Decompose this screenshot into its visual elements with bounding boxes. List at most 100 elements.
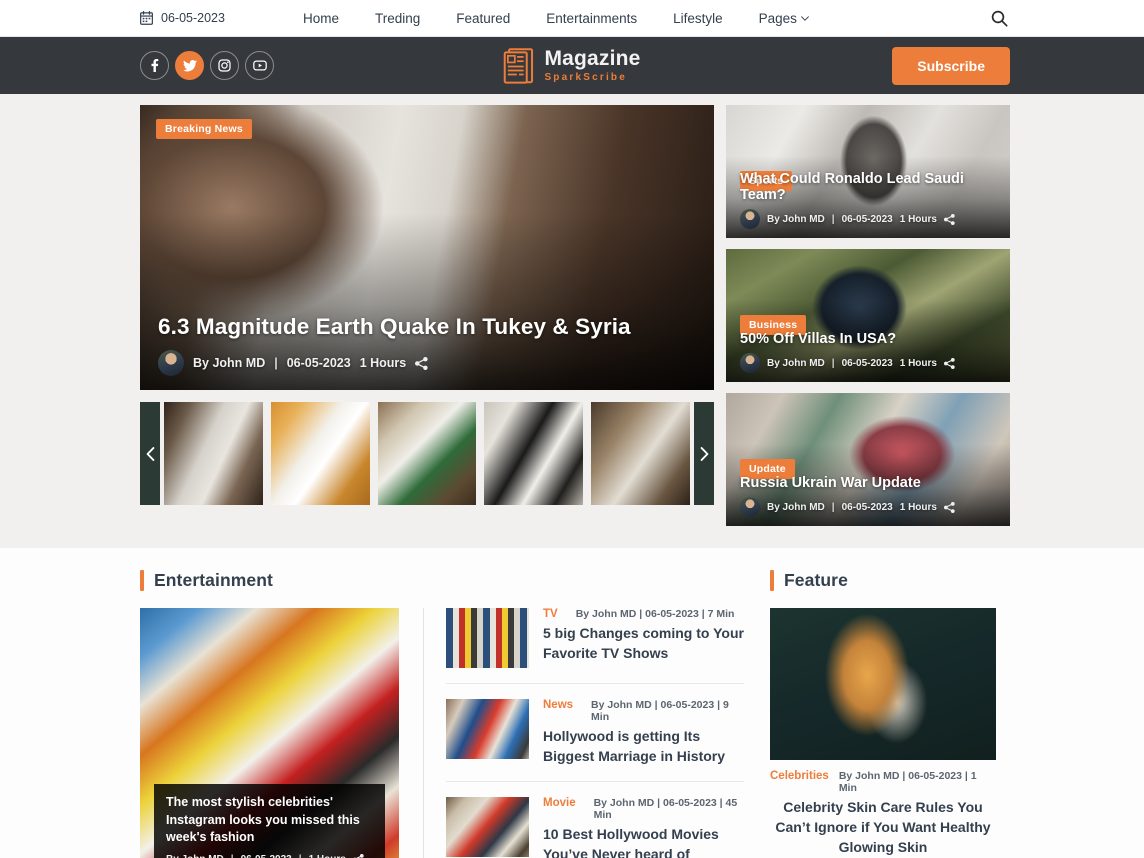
nav-item-featured[interactable]: Featured xyxy=(456,11,510,26)
main-nav: Home Treding Featured Entertainments Lif… xyxy=(303,11,988,26)
chevron-left-icon[interactable] xyxy=(140,402,160,505)
read-time: 1 Hours xyxy=(309,854,346,858)
instagram-icon[interactable] xyxy=(210,51,239,80)
side-article-meta: By John MD | 06-05-2023 1 Hours xyxy=(740,209,996,229)
author-name: By John MD xyxy=(166,854,224,858)
list-item-title: 5 big Changes coming to Your Favorite TV… xyxy=(543,625,744,661)
share-icon[interactable] xyxy=(415,356,428,370)
publish-date: 06-05-2023 xyxy=(841,213,893,225)
youtube-icon[interactable] xyxy=(245,51,274,80)
hero-side-article-1[interactable]: Sports What Could Ronaldo Lead Saudi Tea… xyxy=(726,105,1010,238)
feature-section-header: Feature xyxy=(770,570,996,591)
list-item[interactable]: News By John MD | 06-05-2023 | 9 Min Hol… xyxy=(446,699,744,783)
section-accent-bar xyxy=(770,570,774,591)
nav-item-lifestyle[interactable]: Lifestyle xyxy=(673,11,723,26)
newspaper-icon xyxy=(503,47,534,84)
list-item-thumbnail xyxy=(446,699,529,759)
feature-article[interactable]: Celebrities By John MD | 06-05-2023 | 1 … xyxy=(770,608,996,858)
carousel-thumb-2[interactable] xyxy=(270,402,370,505)
share-icon[interactable] xyxy=(943,357,955,369)
meta-separator: | xyxy=(299,854,302,858)
meta-separator: | xyxy=(831,213,835,225)
calendar-icon xyxy=(140,11,153,25)
share-icon[interactable] xyxy=(943,213,955,225)
nav-label: Entertainments xyxy=(546,10,638,26)
list-item[interactable]: TV By John MD | 06-05-2023 | 7 Min 5 big… xyxy=(446,608,744,684)
chevron-right-icon[interactable] xyxy=(694,402,714,505)
carousel-thumb-4[interactable] xyxy=(484,402,584,505)
author-name: By John MD xyxy=(767,501,825,513)
meta-separator: | xyxy=(831,357,835,369)
entertainment-section-header: Entertainment xyxy=(140,570,744,591)
current-date: 06-05-2023 xyxy=(140,11,225,25)
publish-date: 06-05-2023 xyxy=(286,356,351,370)
author-name: By John MD xyxy=(767,213,825,225)
hero-side-list: Sports What Could Ronaldo Lead Saudi Tea… xyxy=(726,105,1010,526)
list-item-byline: By John MD | 06-05-2023 | 45 Min xyxy=(593,797,738,822)
list-item-category[interactable]: News xyxy=(543,699,573,711)
read-time: 1 Hours xyxy=(359,356,407,370)
date-text: 06-05-2023 xyxy=(161,11,225,25)
entertainment-feature-title: The most stylish celebrities' Instagram … xyxy=(166,794,360,845)
facebook-icon[interactable] xyxy=(140,51,169,80)
hero-main-article[interactable]: Breaking News 6.3 Magnitude Earth Quake … xyxy=(140,105,714,390)
thumb-image xyxy=(164,402,263,505)
publish-date: 06-05-2023 xyxy=(841,501,893,513)
content-section: Entertainment The most stylish celebriti… xyxy=(0,548,1144,858)
hero-side-article-2[interactable]: Business 50% Off Villas In USA? By John … xyxy=(726,249,1010,382)
feature-article-category[interactable]: Celebrities xyxy=(770,770,829,782)
section-title: Entertainment xyxy=(154,570,273,590)
side-article-title: 50% Off Villas In USA? xyxy=(740,331,897,347)
read-time: 1 Hours xyxy=(899,213,937,225)
list-item-category[interactable]: Movie xyxy=(543,797,576,809)
list-item-category[interactable]: TV xyxy=(543,608,558,620)
author-name: By John MD xyxy=(767,357,825,369)
social-links xyxy=(140,51,274,80)
subscribe-button[interactable]: Subscribe xyxy=(892,46,1010,85)
feature-article-title: Celebrity Skin Care Rules You Can’t Igno… xyxy=(775,799,991,855)
nav-item-entertainments[interactable]: Entertainments xyxy=(546,11,637,26)
hero-section: Breaking News 6.3 Magnitude Earth Quake … xyxy=(0,94,1144,548)
entertainment-feature-meta: By John MD | 06-05-2023 | 1 Hours xyxy=(166,854,373,858)
feature-column: Feature Celebrities By John MD | 06-05-2… xyxy=(770,570,996,858)
carousel-thumb-3[interactable] xyxy=(377,402,477,505)
nav-item-treding[interactable]: Treding xyxy=(375,11,420,26)
carousel-thumb-5[interactable] xyxy=(591,402,690,505)
read-time: 1 Hours xyxy=(899,357,937,369)
entertainment-article-list: TV By John MD | 06-05-2023 | 7 Min 5 big… xyxy=(446,608,744,858)
hero-side-article-3[interactable]: Update Russia Ukrain War Update By John … xyxy=(726,393,1010,526)
avatar xyxy=(740,497,760,517)
share-icon[interactable] xyxy=(353,854,364,858)
search-icon[interactable] xyxy=(988,7,1010,29)
share-icon[interactable] xyxy=(943,501,955,513)
meta-separator: | xyxy=(274,356,278,370)
list-item-byline: By John MD | 06-05-2023 | 7 Min xyxy=(575,608,735,620)
nav-label: Home xyxy=(302,10,339,26)
hero-main-meta: By John MD | 06-05-2023 1 Hours xyxy=(158,350,696,376)
meta-separator: | xyxy=(231,854,234,858)
hero-main-badge[interactable]: Breaking News xyxy=(156,119,252,139)
brand-subtitle: SparkScribe xyxy=(544,72,628,83)
side-article-meta: By John MD | 06-05-2023 1 Hours xyxy=(740,353,996,373)
feature-article-byline: By John MD | 06-05-2023 | 1 Min xyxy=(838,770,977,794)
list-item-thumbnail xyxy=(446,608,529,668)
chevron-down-icon xyxy=(801,15,809,21)
entertainment-feature-article[interactable]: The most stylish celebrities' Instagram … xyxy=(140,608,399,858)
twitter-icon[interactable] xyxy=(175,51,204,80)
nav-label: Pages xyxy=(758,10,797,26)
avatar xyxy=(158,350,184,376)
carousel-thumb-1[interactable] xyxy=(164,402,263,505)
column-divider xyxy=(423,608,424,858)
list-item[interactable]: Movie By John MD | 06-05-2023 | 45 Min 1… xyxy=(446,797,744,858)
author-name: By John MD xyxy=(193,356,266,370)
side-article-meta: By John MD | 06-05-2023 1 Hours xyxy=(740,497,996,517)
thumb-image xyxy=(484,402,584,505)
nav-item-pages[interactable]: Pages xyxy=(759,11,809,26)
brand-logo[interactable]: Magazine SparkScribe xyxy=(503,47,640,84)
nav-label: Featured xyxy=(456,10,511,26)
brand-header: Magazine SparkScribe Subscribe xyxy=(0,37,1144,94)
thumb-image xyxy=(270,402,370,505)
list-item-thumbnail xyxy=(446,797,529,858)
nav-label: Treding xyxy=(374,10,421,26)
nav-item-home[interactable]: Home xyxy=(303,11,339,26)
